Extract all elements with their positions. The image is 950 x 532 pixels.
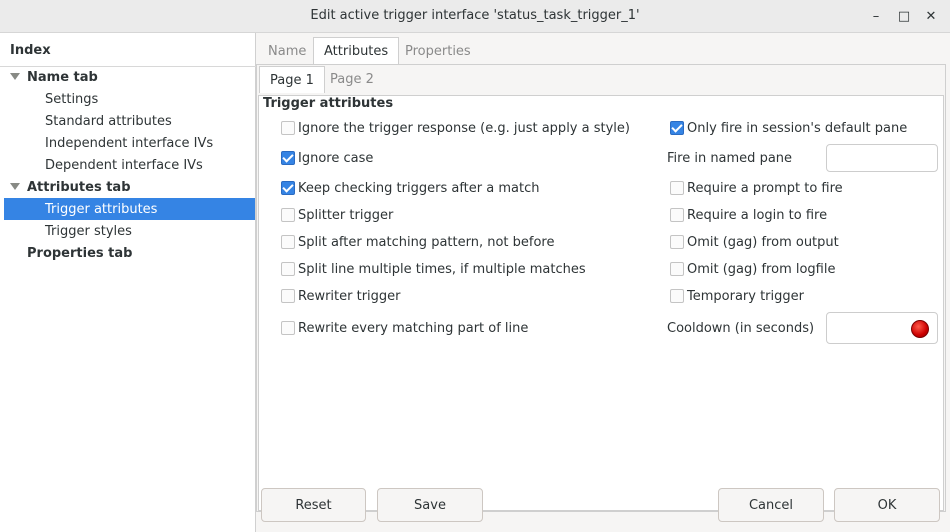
maximize-icon[interactable]: □ xyxy=(894,6,914,26)
ok-button[interactable]: OK xyxy=(834,488,940,522)
checkbox-label: Omit (gag) from output xyxy=(687,234,839,250)
named-pane-input[interactable] xyxy=(826,144,938,172)
temporary-trigger-checkbox[interactable]: Temporary trigger xyxy=(670,286,804,306)
ignore-response-checkbox[interactable]: Ignore the trigger response (e.g. just a… xyxy=(281,118,630,138)
minimize-icon[interactable]: – xyxy=(866,6,886,26)
checkbox-label: Ignore case xyxy=(298,150,374,166)
checkbox-label: Split after matching pattern, not before xyxy=(298,234,555,250)
tree-item-label: Trigger styles xyxy=(45,223,132,239)
save-button[interactable]: Save xyxy=(377,488,483,522)
tree-item-trigger-attributes[interactable]: Trigger attributes xyxy=(4,198,255,220)
split-after-checkbox[interactable]: Split after matching pattern, not before xyxy=(281,232,554,252)
tab-attributes[interactable]: Attributes xyxy=(313,37,400,65)
checkbox-label: Omit (gag) from logfile xyxy=(687,261,836,277)
cooldown-label: Cooldown (in seconds) xyxy=(667,320,815,336)
checkbox-label: Rewrite every matching part of line xyxy=(298,320,529,336)
expander-arrow-icon[interactable] xyxy=(10,73,20,80)
tab-page-2[interactable]: Page 2 xyxy=(320,66,384,93)
checkbox-box[interactable] xyxy=(670,262,684,276)
omit-logfile-checkbox[interactable]: Omit (gag) from logfile xyxy=(670,259,835,279)
tree-item-label: Attributes tab xyxy=(27,179,131,195)
checkbox-box[interactable] xyxy=(670,121,684,135)
tree-item-settings[interactable]: Settings xyxy=(4,88,255,110)
tree-item-standard-attributes[interactable]: Standard attributes xyxy=(4,110,255,132)
status-indicator-icon xyxy=(911,320,929,338)
tree-item-label: Properties tab xyxy=(27,245,133,261)
checkbox-label: Splitter trigger xyxy=(298,207,394,223)
checkbox-label: Split line multiple times, if multiple m… xyxy=(298,261,586,277)
ignore-case-checkbox[interactable]: Ignore case xyxy=(281,148,373,168)
checkbox-box[interactable] xyxy=(281,181,295,195)
close-icon[interactable]: ✕ xyxy=(921,6,941,26)
checkbox-box[interactable] xyxy=(281,235,295,249)
checkbox-box[interactable] xyxy=(670,181,684,195)
reset-button[interactable]: Reset xyxy=(261,488,366,522)
checkbox-label: Rewriter trigger xyxy=(298,288,401,304)
omit-output-checkbox[interactable]: Omit (gag) from output xyxy=(670,232,839,252)
main-panel: Name Attributes Properties Page 1 Page 2… xyxy=(256,33,950,532)
checkbox-box[interactable] xyxy=(670,208,684,222)
tree-item-attributes-tab[interactable]: Attributes tab xyxy=(4,176,255,198)
tree-item-label: Independent interface IVs xyxy=(45,135,214,151)
checkbox-label: Temporary trigger xyxy=(687,288,804,304)
checkbox-box[interactable] xyxy=(281,262,295,276)
rewriter-trigger-checkbox[interactable]: Rewriter trigger xyxy=(281,286,401,306)
tree-item-label: Dependent interface IVs xyxy=(45,157,203,173)
index-sidebar: Index Name tab Settings Standard attribu… xyxy=(0,33,256,532)
tree-item-independent-ivs[interactable]: Independent interface IVs xyxy=(4,132,255,154)
title-bar: Edit active trigger interface 'status_ta… xyxy=(0,0,950,33)
checkbox-label: Only fire in session's default pane xyxy=(687,120,908,136)
tree-item-label: Name tab xyxy=(27,69,98,85)
tree-item-dependent-ivs[interactable]: Dependent interface IVs xyxy=(4,154,255,176)
checkbox-label: Ignore the trigger response (e.g. just a… xyxy=(298,120,630,136)
section-title: Trigger attributes xyxy=(263,96,394,111)
require-prompt-checkbox[interactable]: Require a prompt to fire xyxy=(670,178,843,198)
tree-item-label: Trigger attributes xyxy=(45,201,158,217)
tree-item-label: Settings xyxy=(45,91,99,107)
tree-item-properties-tab[interactable]: Properties tab xyxy=(4,242,255,264)
cooldown-input[interactable] xyxy=(826,312,938,344)
only-fire-default-pane-checkbox[interactable]: Only fire in session's default pane xyxy=(670,118,907,138)
checkbox-box[interactable] xyxy=(281,208,295,222)
tree-item-trigger-styles[interactable]: Trigger styles xyxy=(4,220,255,242)
cancel-button[interactable]: Cancel xyxy=(718,488,824,522)
checkbox-label: Keep checking triggers after a match xyxy=(298,180,540,196)
tab-name[interactable]: Name xyxy=(258,37,316,65)
checkbox-box[interactable] xyxy=(670,235,684,249)
fire-in-named-pane-label: Fire in named pane xyxy=(667,150,793,166)
checkbox-box[interactable] xyxy=(281,121,295,135)
tab-page-1[interactable]: Page 1 xyxy=(259,66,325,93)
split-multiple-checkbox[interactable]: Split line multiple times, if multiple m… xyxy=(281,259,586,279)
tree-item-label: Standard attributes xyxy=(45,113,172,129)
keep-checking-checkbox[interactable]: Keep checking triggers after a match xyxy=(281,178,539,198)
tab-properties[interactable]: Properties xyxy=(395,37,481,65)
checkbox-label: Require a prompt to fire xyxy=(687,180,843,196)
checkbox-label: Require a login to fire xyxy=(687,207,828,223)
expander-arrow-icon[interactable] xyxy=(10,183,20,190)
checkbox-box[interactable] xyxy=(670,289,684,303)
checkbox-box[interactable] xyxy=(281,289,295,303)
tree-item-name-tab[interactable]: Name tab xyxy=(4,66,255,88)
sidebar-header: Index xyxy=(10,43,51,58)
checkbox-box[interactable] xyxy=(281,321,295,335)
rewrite-every-checkbox[interactable]: Rewrite every matching part of line xyxy=(281,318,528,338)
checkbox-box[interactable] xyxy=(281,151,295,165)
window-title: Edit active trigger interface 'status_ta… xyxy=(310,8,640,23)
splitter-trigger-checkbox[interactable]: Splitter trigger xyxy=(281,205,393,225)
require-login-checkbox[interactable]: Require a login to fire xyxy=(670,205,827,225)
